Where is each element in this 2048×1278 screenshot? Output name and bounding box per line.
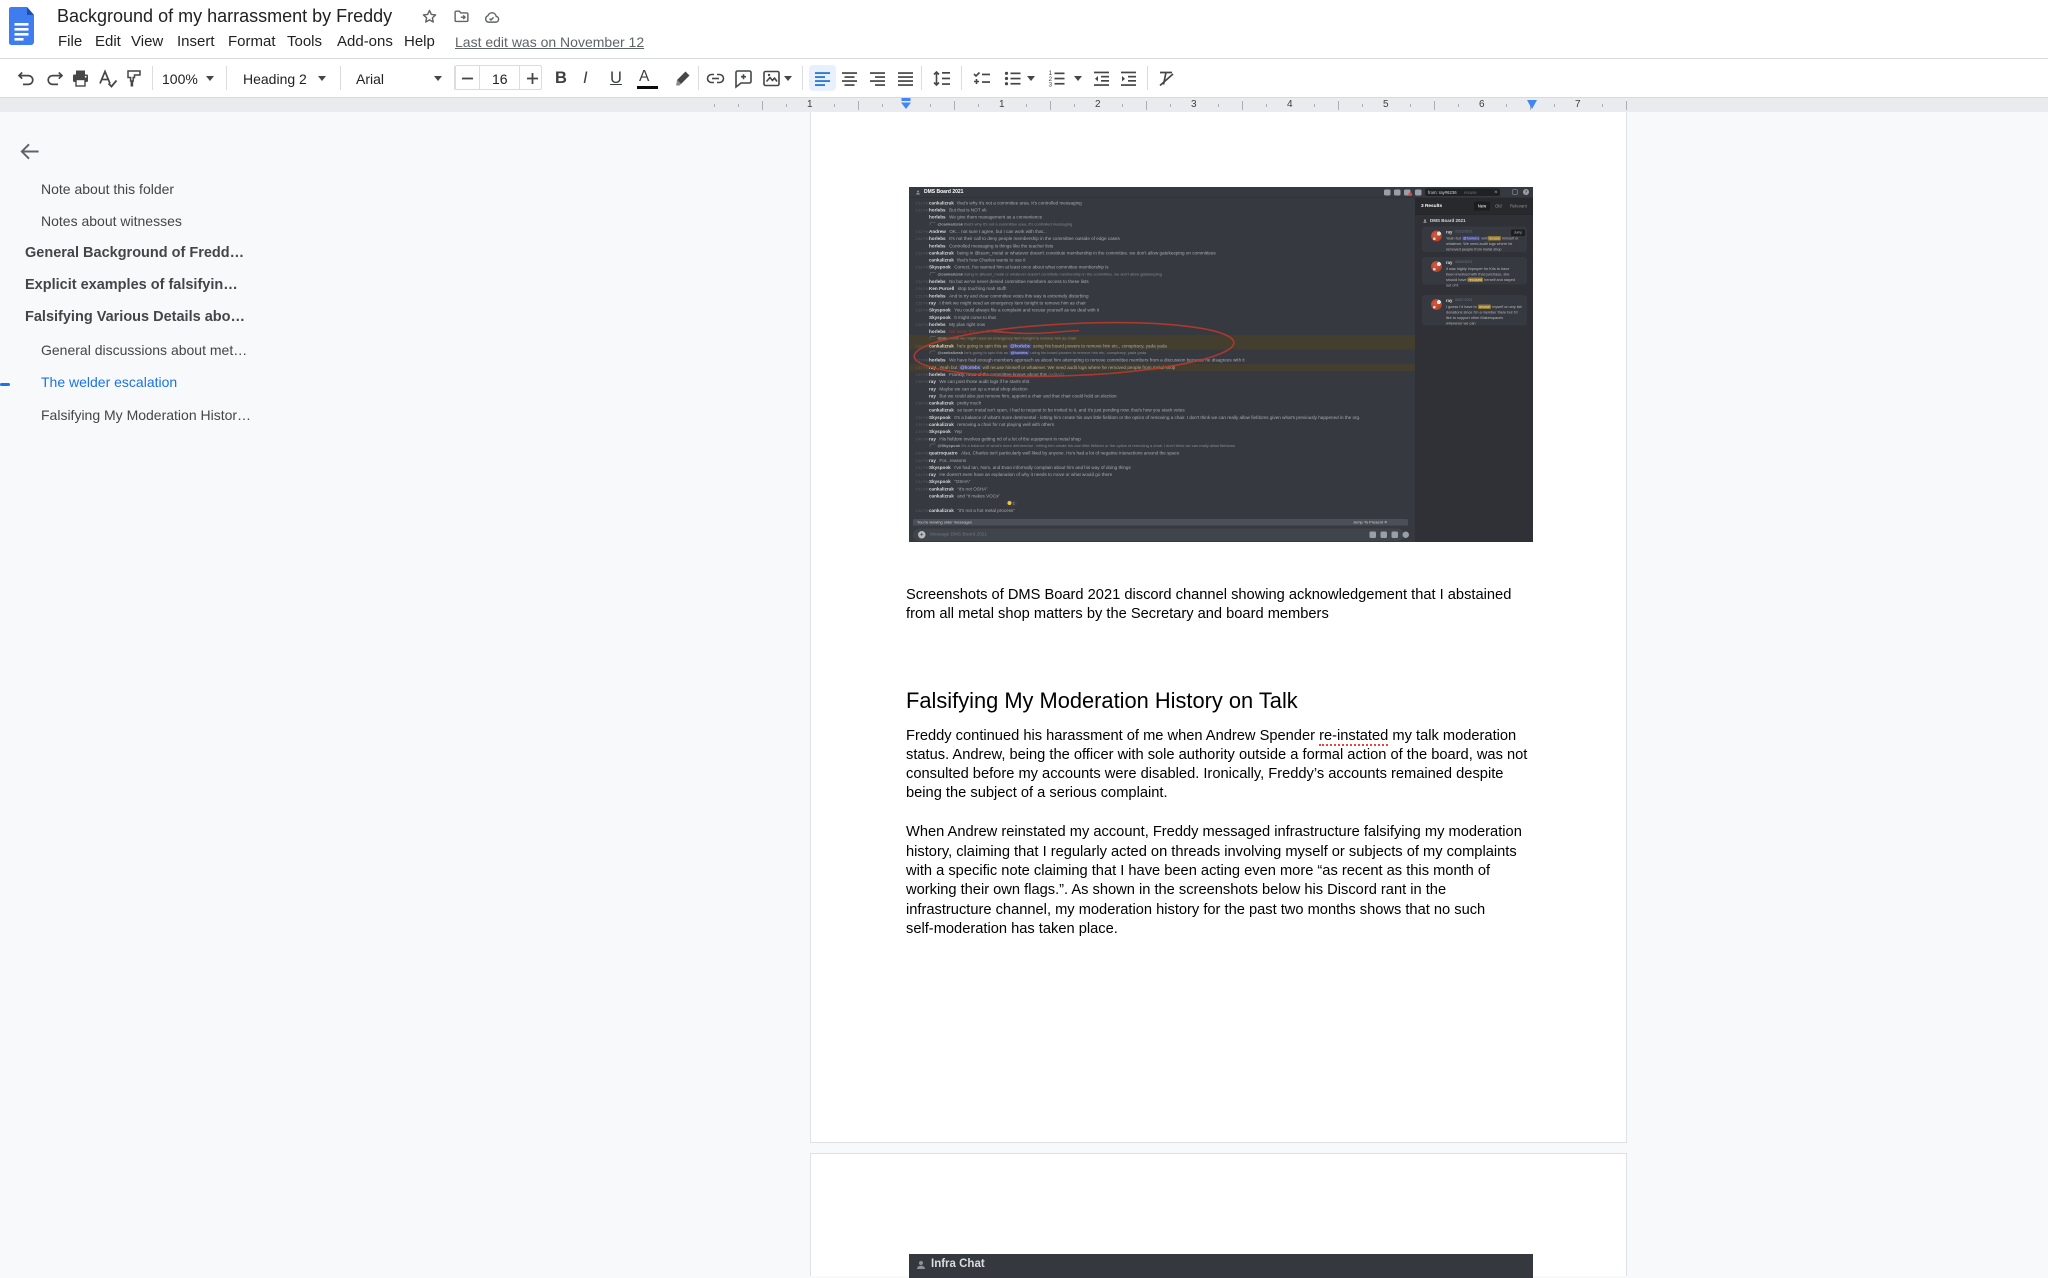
svg-text:3: 3 xyxy=(1049,82,1053,89)
